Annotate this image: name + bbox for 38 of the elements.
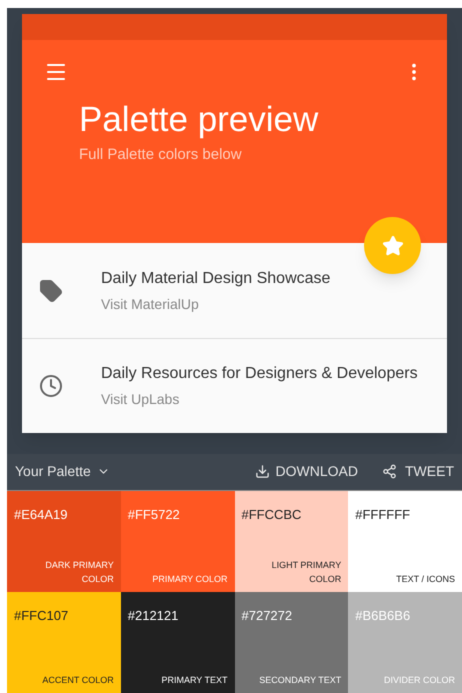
star-icon: [382, 234, 404, 256]
label-icon: [39, 278, 63, 302]
tweet-button[interactable]: TWEET: [382, 461, 454, 482]
swatch-label: SECONDARY TEXT: [259, 674, 342, 687]
app-title: Palette preview: [79, 99, 318, 141]
palette-dropdown[interactable]: Your Palette: [15, 461, 110, 482]
list-item[interactable]: Daily Material Design Showcase Visit MaterialUp: [22, 243, 447, 338]
swatch-label: PRIMARY TEXT: [161, 674, 228, 687]
swatch-label: DIVIDER COLOR: [384, 674, 455, 687]
download-icon: [254, 464, 270, 480]
color-swatch[interactable]: #727272 SECONDARY TEXT: [234, 592, 348, 693]
color-swatch[interactable]: #FFFFFF TEXT / ICONS: [348, 491, 462, 592]
hex-code: #FFC107: [14, 607, 68, 625]
swatch-label: ACCENT COLOR: [42, 674, 114, 687]
swatch-label: DARK PRIMARY COLOR: [44, 559, 114, 586]
hex-code: #FFFFFF: [355, 506, 410, 524]
hex-code: #B6B6B6: [355, 607, 410, 625]
hex-code: #212121: [128, 607, 178, 625]
list-item[interactable]: Daily Resources for Designers & Developers Visit UpLabs: [22, 338, 447, 433]
hex-code: #FFCCBC: [242, 506, 302, 524]
item-subtitle: Visit UpLabs: [101, 390, 180, 409]
download-button[interactable]: DOWNLOAD: [254, 461, 358, 482]
color-swatch[interactable]: #E64A19 DARK PRIMARY COLOR: [7, 491, 121, 592]
share-icon: [382, 464, 397, 480]
item-title: Daily Resources for Designers & Developers: [101, 364, 418, 384]
color-swatch[interactable]: #212121 PRIMARY TEXT: [120, 592, 234, 693]
app-subtitle: Full Palette colors below: [79, 145, 242, 165]
hex-code: #FF5722: [128, 506, 180, 524]
hex-code: #727272: [242, 607, 292, 625]
hex-code: #E64A19: [14, 506, 68, 524]
clock-icon: [39, 374, 63, 398]
swatch-label: TEXT / ICONS: [396, 573, 455, 586]
swatch-label: LIGHT PRIMARY COLOR: [270, 559, 342, 586]
item-title: Daily Material Design Showcase: [101, 268, 330, 288]
swatch-label: PRIMARY COLOR: [152, 573, 228, 586]
color-swatch[interactable]: #FFCCBC LIGHT PRIMARY COLOR: [234, 491, 348, 592]
item-subtitle: Visit MaterialUp: [101, 294, 200, 314]
color-swatch[interactable]: #FFC107 ACCENT COLOR: [7, 592, 121, 693]
